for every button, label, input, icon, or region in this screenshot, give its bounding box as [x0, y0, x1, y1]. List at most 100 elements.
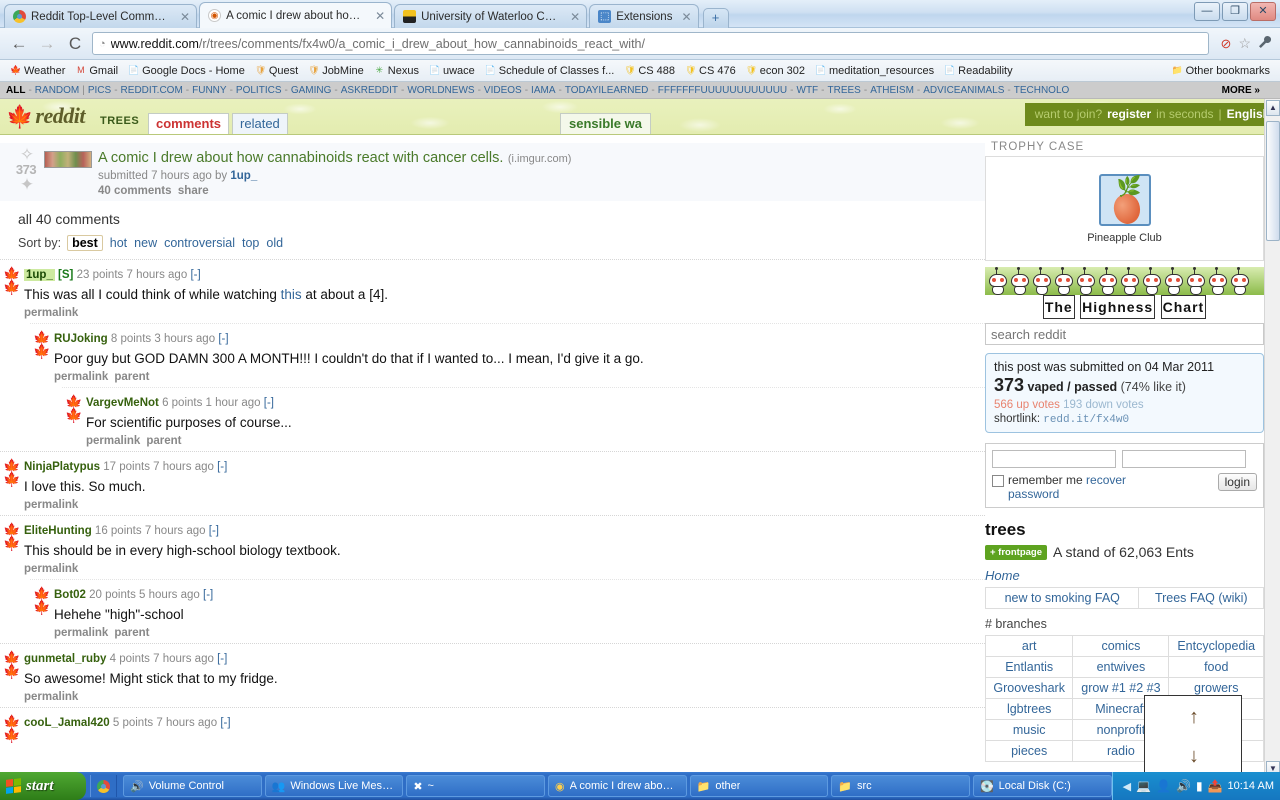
scrollbar-thumb[interactable]: [1266, 121, 1280, 241]
srbar-link[interactable]: PICS: [88, 85, 111, 96]
address-bar[interactable]: ◔ www.reddit.com/r/trees/comments/fx4w0/…: [92, 32, 1209, 55]
srbar-link[interactable]: WTF: [797, 85, 819, 96]
comment-collapse-toggle[interactable]: [-]: [264, 397, 274, 409]
table-cell[interactable]: pieces: [984, 740, 1074, 762]
sort-option-new[interactable]: new: [134, 236, 157, 250]
taskbar-task[interactable]: ✖ ~: [406, 775, 545, 797]
taskbar-task[interactable]: 👥 Windows Live Messen...: [264, 775, 404, 797]
comment-author[interactable]: VargevMeNot: [86, 397, 159, 409]
post-author[interactable]: 1up_: [230, 170, 257, 182]
reload-icon[interactable]: C: [64, 34, 86, 54]
downvote-icon[interactable]: ✦: [20, 176, 34, 193]
comment-permalink-link[interactable]: permalink: [24, 691, 78, 703]
srbar-link[interactable]: GAMING: [291, 85, 332, 96]
remember-me-checkbox[interactable]: [992, 475, 1004, 487]
bookmark-item[interactable]: 🍁 Weather: [6, 64, 69, 78]
other-bookmarks-button[interactable]: 📁 Other bookmarks: [1168, 64, 1274, 78]
pineapple-trophy-icon[interactable]: 🌿: [1098, 173, 1151, 226]
reddit-tab-comments[interactable]: comments: [148, 113, 230, 134]
clock[interactable]: 10:14 AM: [1228, 780, 1274, 792]
post-share-link[interactable]: share: [178, 185, 209, 197]
comment-downvote-icon[interactable]: 🍁: [3, 472, 20, 486]
comment-downvote-icon[interactable]: 🍁: [33, 600, 50, 614]
scroll-down-arrow-icon[interactable]: ↓: [1189, 745, 1199, 768]
comment-collapse-toggle[interactable]: [-]: [218, 333, 228, 345]
forward-icon[interactable]: →: [36, 34, 58, 54]
sort-option-best[interactable]: best: [67, 235, 103, 251]
table-cell[interactable]: comics: [1072, 635, 1170, 657]
frontpage-button[interactable]: + frontpage: [985, 544, 1047, 560]
table-cell[interactable]: Grooveshark: [984, 677, 1074, 699]
browser-icon[interactable]: [97, 779, 110, 793]
table-cell[interactable]: Trees FAQ (wiki): [1138, 587, 1264, 609]
srbar-link[interactable]: REDDIT.COM: [121, 85, 183, 96]
comment-downvote-icon[interactable]: 🍁: [3, 280, 20, 294]
maximize-button[interactable]: ❐: [1222, 2, 1248, 21]
srbar-link[interactable]: ATHEISM: [870, 85, 914, 96]
comment-parent-link[interactable]: parent: [114, 371, 149, 383]
battery-icon[interactable]: ▮: [1196, 779, 1203, 793]
comment-downvote-icon[interactable]: 🍁: [3, 664, 20, 678]
bookmark-item[interactable]: 📄 meditation_resources: [811, 64, 938, 78]
srbar-more-button[interactable]: MORE »: [1222, 85, 1274, 96]
comment-downvote-icon[interactable]: 🍁: [33, 344, 50, 358]
bookmark-item[interactable]: 📄 uwace: [425, 64, 479, 78]
comment-author[interactable]: 1up_: [24, 269, 55, 281]
update-icon[interactable]: 📤: [1208, 779, 1223, 793]
sound-icon[interactable]: 🔊: [1176, 779, 1191, 793]
table-cell[interactable]: art: [984, 635, 1074, 657]
close-button[interactable]: ✕: [1250, 2, 1276, 21]
reddit-logo[interactable]: 🍁 reddit: [6, 105, 85, 128]
bookmark-star-icon[interactable]: ☆: [1238, 35, 1251, 52]
browser-tab[interactable]: Reddit Top-Level Comment... ✕: [4, 4, 198, 28]
bookmark-item[interactable]: 📄 Schedule of Classes f...: [481, 64, 619, 78]
bookmark-item[interactable]: 🛡 econ 302: [742, 64, 809, 78]
taskbar-task[interactable]: ◉ A comic I drew about ...: [547, 775, 687, 797]
sidebar-home-link[interactable]: Home: [985, 568, 1264, 583]
sort-option-old[interactable]: old: [266, 236, 283, 250]
comment-collapse-toggle[interactable]: [-]: [190, 269, 200, 281]
comment-author[interactable]: RUJoking: [54, 333, 108, 345]
comment-permalink-link[interactable]: permalink: [54, 371, 108, 383]
back-icon[interactable]: ←: [8, 34, 30, 54]
bookmark-item[interactable]: ✳ Nexus: [370, 64, 423, 78]
tab-close-icon[interactable]: ✕: [566, 10, 580, 24]
taskbar-task[interactable]: 📁 other: [689, 775, 829, 797]
table-cell[interactable]: lgbtrees: [984, 698, 1074, 720]
blocked-plugin-icon[interactable]: ⊘: [1221, 36, 1232, 52]
srbar-link[interactable]: VIDEOS: [484, 85, 522, 96]
tab-close-icon[interactable]: ✕: [677, 10, 691, 24]
sort-option-hot[interactable]: hot: [110, 236, 127, 250]
comment-permalink-link[interactable]: permalink: [54, 627, 108, 639]
srbar-link[interactable]: TODAYILEARNED: [565, 85, 649, 96]
comment-downvote-icon[interactable]: 🍁: [65, 408, 82, 422]
taskbar-task[interactable]: 🔊 Volume Control: [123, 775, 262, 797]
table-cell[interactable]: music: [984, 719, 1074, 741]
comment-author[interactable]: Bot02: [54, 589, 86, 601]
taskbar-task[interactable]: 📁 src: [831, 775, 970, 797]
start-button[interactable]: start: [0, 772, 86, 800]
table-cell[interactable]: new to smoking FAQ: [984, 587, 1140, 609]
shortlink-value[interactable]: redd.it/fx4w0: [1043, 414, 1129, 426]
sidebar-subreddit-title[interactable]: trees: [985, 520, 1264, 540]
srbar-link[interactable]: POLITICS: [236, 85, 282, 96]
comment-collapse-toggle[interactable]: [-]: [203, 589, 213, 601]
table-cell[interactable]: food: [1168, 656, 1264, 678]
comment-permalink-link[interactable]: permalink: [86, 435, 140, 447]
tab-close-icon[interactable]: ✕: [176, 10, 190, 24]
browser-tab[interactable]: University of Waterloo CS4... ✕: [394, 4, 588, 28]
comment-parent-link[interactable]: parent: [114, 627, 149, 639]
bookmark-item[interactable]: 🛡 CS 476: [681, 64, 740, 78]
comment-author[interactable]: NinjaPlatypus: [24, 461, 100, 473]
comment-permalink-link[interactable]: permalink: [24, 499, 78, 511]
subreddit-name[interactable]: TREES: [100, 115, 139, 127]
post-thumbnail[interactable]: [44, 151, 92, 168]
minimize-button[interactable]: —: [1194, 2, 1220, 21]
sort-option-controversial[interactable]: controversial: [164, 236, 235, 250]
scrollbar-up-button[interactable]: ▲: [1266, 100, 1280, 116]
register-link[interactable]: register: [1107, 107, 1151, 121]
comment-author[interactable]: gunmetal_ruby: [24, 653, 106, 665]
srbar-link[interactable]: ASKREDDIT: [341, 85, 398, 96]
wrench-menu-icon[interactable]: [1258, 35, 1272, 52]
browser-tab[interactable]: Extensions ✕: [589, 4, 699, 28]
